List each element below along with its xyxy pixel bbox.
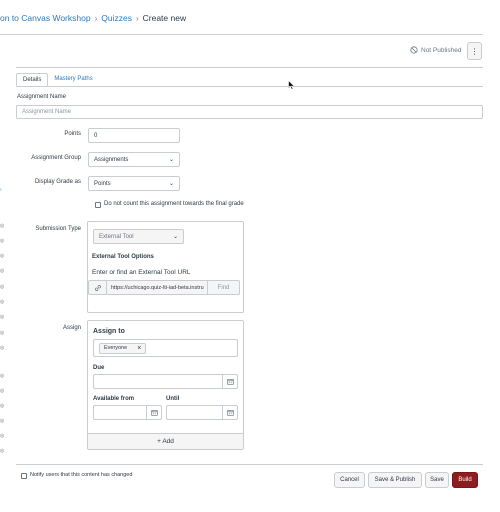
assignment-group-label: Assignment Group <box>31 155 81 161</box>
chevron-down-icon: ⌄ <box>168 157 174 163</box>
assign-to-input[interactable]: Everyone × <box>93 339 238 357</box>
exclude-final-grade-label: Do not count this assignment towards the… <box>104 201 244 207</box>
cancel-button[interactable]: Cancel <box>334 472 365 488</box>
tab-mastery-paths[interactable]: Mastery Paths <box>48 73 98 86</box>
notify-users-checkbox[interactable] <box>21 473 27 479</box>
calendar-icon[interactable] <box>146 406 161 419</box>
publish-status[interactable]: Not Published <box>410 46 461 54</box>
sidebar-visibility-icon[interactable]: ◎ <box>0 253 4 259</box>
until-label: Until <box>166 396 180 402</box>
save-button[interactable]: Save <box>425 472 449 488</box>
sidebar-visibility-icon[interactable]: ◎ <box>0 388 4 394</box>
save-and-publish-button[interactable]: Save & Publish <box>368 472 422 488</box>
sidebar-visibility-icon[interactable]: ◎ <box>0 314 4 320</box>
unpublished-icon <box>410 46 418 54</box>
footer-divider <box>16 464 483 465</box>
breadcrumb-separator: › <box>94 14 98 23</box>
calendar-icon[interactable] <box>222 406 237 419</box>
chevron-down-icon: ⌄ <box>172 234 178 240</box>
assign-label: Assign <box>62 325 81 331</box>
due-label: Due <box>93 365 105 371</box>
header-divider <box>0 34 483 35</box>
sidebar-visibility-icon[interactable]: ◎ <box>0 299 4 305</box>
points-label: Points <box>64 131 81 137</box>
breadcrumb-separator: › <box>135 14 139 23</box>
assignee-tag[interactable]: Everyone × <box>99 342 147 354</box>
exclude-final-grade-checkbox[interactable] <box>95 202 101 208</box>
breadcrumb: on to Canvas Workshop › Quizzes › Create new <box>0 13 186 23</box>
sidebar-visibility-icon[interactable]: ◎ <box>0 238 4 244</box>
assignment-name-label: Assignment Name <box>17 94 67 100</box>
chevron-down-icon: ⌄ <box>168 181 174 187</box>
assignment-name-input[interactable]: Assignment Name <box>16 105 483 119</box>
more-options-button[interactable]: ⋮ <box>467 42 482 60</box>
kebab-icon: ⋮ <box>470 46 479 56</box>
display-grade-label: Display Grade as <box>34 179 81 185</box>
display-grade-value: Points <box>94 180 111 187</box>
external-tool-url-label: Enter or find an External Tool URL <box>92 269 191 276</box>
breadcrumb-course-link[interactable]: on to Canvas Workshop <box>0 13 91 23</box>
breadcrumb-current: Create new <box>142 13 187 23</box>
due-date-input[interactable] <box>93 374 238 389</box>
sidebar-visibility-icon[interactable]: ◎ <box>0 373 4 379</box>
sidebar-fragment-icon[interactable]: › <box>0 187 2 193</box>
assignment-group-value: Assignments <box>94 156 129 163</box>
toolbar-divider <box>16 67 483 68</box>
until-input[interactable] <box>166 405 238 420</box>
available-from-label: Available from <box>93 396 135 402</box>
external-tool-url-input[interactable]: https://uchicago.quiz-lti-iad-beta.instr… <box>107 284 207 291</box>
external-tool-options-heading: External Tool Options <box>92 254 154 260</box>
assign-to-heading: Assign to <box>93 328 125 335</box>
notify-users-label: Notify users that this content has chang… <box>30 472 133 478</box>
sidebar-visibility-icon[interactable]: ◎ <box>0 418 4 424</box>
sidebar-visibility-icon[interactable]: ◎ <box>0 268 4 274</box>
mouse-cursor-icon <box>288 80 295 90</box>
build-button[interactable]: Build <box>452 472 478 488</box>
sidebar-visibility-icon[interactable]: ◎ <box>0 345 4 351</box>
assignee-tag-label: Everyone <box>104 345 128 351</box>
available-from-input[interactable] <box>93 405 162 420</box>
tab-details[interactable]: Details <box>16 73 49 86</box>
sidebar-visibility-icon[interactable]: ◎ <box>0 284 4 290</box>
add-assignment-button[interactable]: + Add <box>88 433 243 449</box>
tab-divider <box>16 86 483 87</box>
sidebar-visibility-icon[interactable]: ◎ <box>0 448 4 454</box>
breadcrumb-quizzes-link[interactable]: Quizzes <box>101 13 132 23</box>
submission-type-value: External Tool <box>99 233 134 240</box>
link-icon <box>89 281 107 294</box>
sidebar-visibility-icon[interactable]: ◎ <box>0 403 4 409</box>
display-grade-select[interactable]: Points ⌄ <box>88 176 180 191</box>
calendar-icon[interactable] <box>222 375 237 388</box>
submission-type-label: Submission Type <box>35 226 81 232</box>
points-input[interactable]: 0 <box>88 128 180 143</box>
publish-status-label: Not Published <box>421 46 462 54</box>
submission-type-select[interactable]: External Tool ⌄ <box>93 229 184 244</box>
sidebar-visibility-icon[interactable]: ◎ <box>0 223 4 229</box>
tab-list: Details Mastery Paths <box>16 73 99 86</box>
sidebar-visibility-icon[interactable]: ◎ <box>0 330 4 336</box>
external-tool-url-group: https://uchicago.quiz-lti-iad-beta.instr… <box>88 280 240 295</box>
sidebar-visibility-icon[interactable]: ◎ <box>0 433 4 439</box>
find-button[interactable]: Find <box>207 281 239 294</box>
assignment-group-select[interactable]: Assignments ⌄ <box>88 152 180 167</box>
close-icon[interactable]: × <box>137 345 141 352</box>
